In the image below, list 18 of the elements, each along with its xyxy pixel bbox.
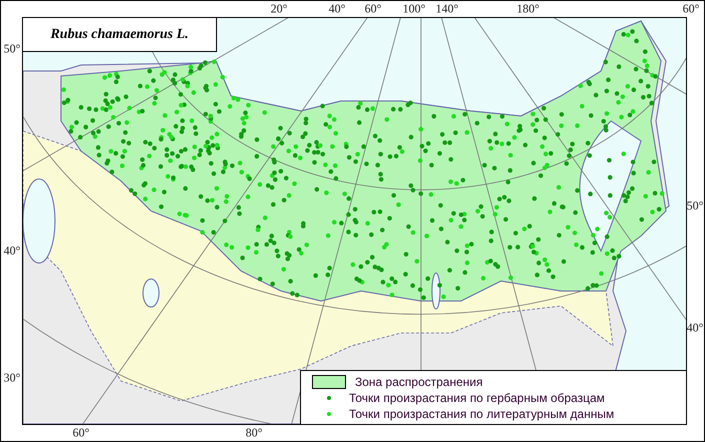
- legend-label: Точки произрастания по литературным данным: [349, 407, 614, 421]
- legend-label: Точки произрастания по гербарным образцам: [349, 391, 605, 405]
- graticule-label: 60°: [682, 2, 700, 16]
- graticule-label: 40°: [686, 320, 704, 336]
- graticule-label: 50°: [686, 198, 704, 214]
- graticule-label: 20°: [270, 2, 288, 16]
- graticule-label: 60°: [364, 2, 382, 16]
- graticule-label: 60°: [72, 426, 90, 440]
- graticule-label: 100°: [402, 2, 426, 16]
- legend-label: Зона распространения: [355, 375, 483, 389]
- graticule-label: 80°: [246, 426, 262, 440]
- graticule-label: 50°: [4, 42, 20, 56]
- graticule-label: 30°: [4, 370, 20, 386]
- graticule-label: 180°: [516, 2, 540, 16]
- graticule-label: 140°: [436, 2, 458, 16]
- graticule-label: 40°: [328, 2, 346, 16]
- graticule-label: 40°: [4, 244, 20, 258]
- species-title: Rubus chamaemorus L.: [23, 18, 217, 52]
